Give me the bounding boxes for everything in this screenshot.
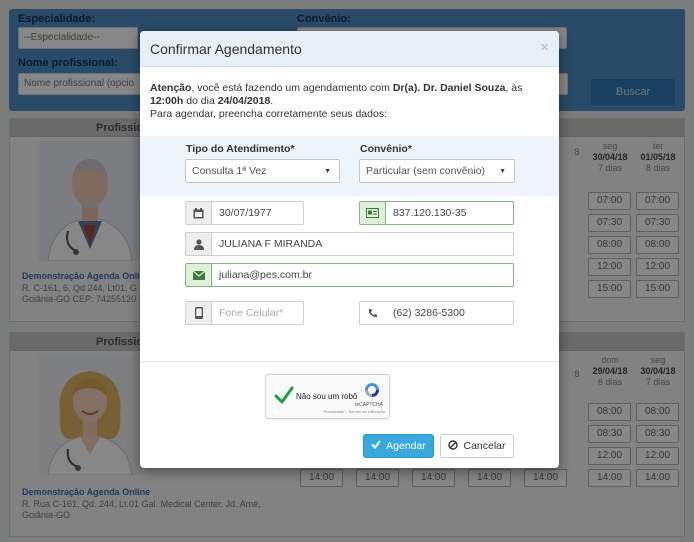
- captcha-label: Não sou um robô: [296, 392, 358, 401]
- caret-down-icon: ▼: [324, 168, 331, 175]
- convenio-label: Convênio*: [360, 143, 412, 155]
- cancelar-label: Cancelar: [463, 440, 506, 452]
- id-card-icon: [360, 202, 386, 224]
- user-icon: [186, 233, 212, 255]
- mobile-phone-icon: [186, 302, 212, 324]
- cancelar-button[interactable]: Cancelar: [440, 434, 514, 458]
- appointment-notice: Atenção, você está fazendo um agendament…: [150, 82, 523, 120]
- calendar-icon: [186, 202, 212, 224]
- cell-phone-field[interactable]: Fone Celular*: [185, 301, 304, 325]
- tipo-atendimento-select[interactable]: Consulta 1ª Vez ▼: [185, 159, 340, 183]
- modal-title: Confirmar Agendamento: [150, 41, 302, 57]
- captcha-terms[interactable]: Privacidade - Termos de Utilização: [323, 409, 385, 414]
- ban-icon: [448, 439, 459, 453]
- phone-field[interactable]: (62) 3286-5300: [359, 301, 514, 325]
- captcha-brand: reCAPTCHA: [354, 402, 383, 408]
- checkmark-icon[interactable]: [274, 386, 294, 407]
- envelope-icon: [186, 264, 212, 286]
- cell-phone-placeholder: Fone Celular*: [219, 307, 284, 319]
- tipo-atendimento-label: Tipo do Atendimento*: [186, 143, 295, 155]
- cpf-value: 837.120.130-35: [393, 207, 467, 219]
- divider: [140, 361, 559, 362]
- agendar-button[interactable]: Agendar: [363, 434, 434, 458]
- caret-down-icon: ▼: [499, 168, 506, 175]
- name-field[interactable]: JULIANA F MIRANDA: [185, 232, 514, 256]
- birth-date-value: 30/07/1977: [219, 207, 272, 219]
- name-value: JULIANA F MIRANDA: [219, 238, 323, 250]
- cpf-field[interactable]: 837.120.130-35: [359, 201, 514, 225]
- check-icon: [371, 440, 381, 452]
- phone-value: (62) 3286-5300: [393, 307, 465, 319]
- modal-header: Confirmar Agendamento ×: [140, 31, 559, 67]
- agendar-label: Agendar: [386, 440, 426, 452]
- recaptcha-widget[interactable]: Não sou um robô reCAPTCHA Privacidade - …: [265, 374, 390, 419]
- close-icon[interactable]: ×: [540, 39, 549, 56]
- recaptcha-logo-icon: [363, 381, 381, 402]
- convenio-select[interactable]: Particular (sem convênio) ▼: [359, 159, 515, 183]
- email-value: juliana@pes.com.br: [219, 269, 312, 281]
- confirm-appointment-modal: Confirmar Agendamento × Atenção, você es…: [140, 31, 559, 468]
- email-field[interactable]: juliana@pes.com.br: [185, 263, 514, 287]
- birth-date-field[interactable]: 30/07/1977: [185, 201, 304, 225]
- phone-icon: [360, 302, 386, 324]
